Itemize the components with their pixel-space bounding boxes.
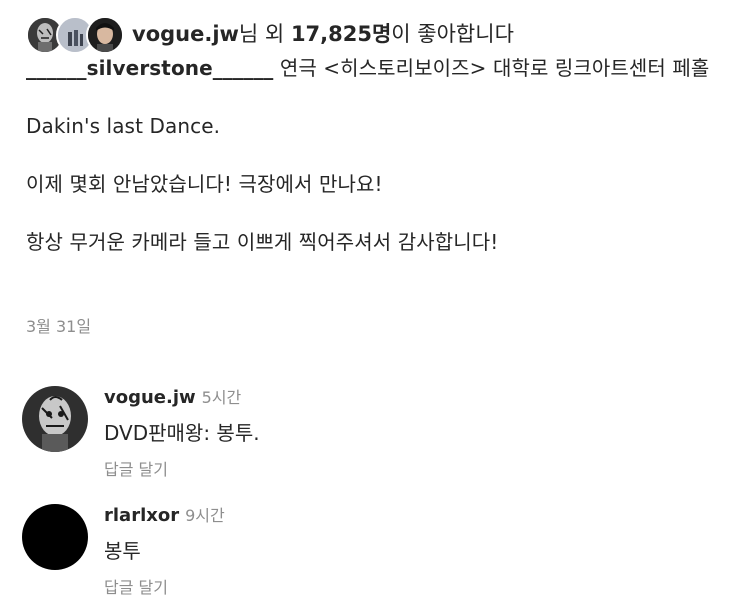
comment-text: DVD판매왕: 봉투.	[104, 421, 260, 445]
likes-suffix: 님 외	[238, 22, 285, 46]
post-author[interactable]: ______silverstone______	[26, 56, 273, 80]
liker-username[interactable]: vogue.jw	[132, 22, 239, 46]
reply-button[interactable]: 답글 달기	[104, 574, 168, 598]
liker-avatars[interactable]	[26, 14, 126, 54]
caption-first-line: ______silverstone______ 연극 <히스토리보이즈> 대학로…	[26, 52, 744, 84]
reply-button[interactable]: 답글 달기	[104, 456, 168, 480]
likes-count[interactable]: 17,825명	[291, 22, 391, 46]
comment-time: 9시간	[185, 506, 225, 525]
comment-meta: vogue.jw 5시간	[104, 386, 241, 410]
caption-line-3: 이제 몇회 안남았습니다! 극장에서 만나요!	[26, 172, 383, 196]
liker-avatar-3[interactable]	[86, 16, 124, 54]
caption-line-2: Dakin's last Dance.	[26, 114, 221, 138]
comment-username[interactable]: vogue.jw	[104, 387, 196, 408]
post-date: 3월 31일	[26, 317, 92, 336]
post-caption: ______silverstone______ 연극 <히스토리보이즈> 대학로…	[26, 52, 744, 258]
comment-avatar[interactable]	[22, 504, 88, 570]
likes-summary: vogue.jw님 외 17,825명이 좋아합니다	[26, 14, 514, 54]
likes-after: 이 좋아합니다	[391, 22, 514, 46]
comment-time: 5시간	[201, 388, 242, 407]
comment-avatar[interactable]	[22, 386, 88, 452]
comment-meta: rlarlxor 9시간	[104, 504, 225, 528]
likes-text: vogue.jw님 외 17,825명이 좋아합니다	[132, 14, 514, 54]
caption-line-4: 항상 무거운 카메라 들고 이쁘게 찍어주셔서 감사합니다!	[26, 230, 499, 254]
caption-line-1: 연극 <히스토리보이즈> 대학로 링크아트센터 페홀	[273, 56, 710, 80]
comment-text: 봉투	[104, 539, 141, 563]
comment-username[interactable]: rlarlxor	[104, 505, 179, 526]
